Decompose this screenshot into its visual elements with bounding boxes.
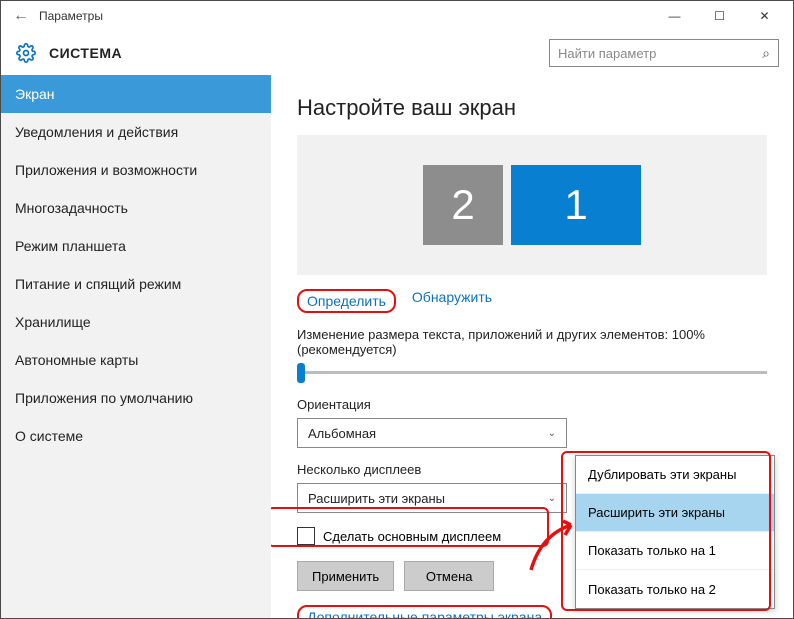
close-button[interactable]: ✕ [742,1,787,31]
sidebar-item-display[interactable]: Экран [1,75,271,113]
dropdown-option-duplicate[interactable]: Дублировать эти экраны [576,456,774,494]
multi-display-value: Расширить эти экраны [308,491,445,506]
sidebar: Экран Уведомления и действия Приложения … [1,75,271,618]
sidebar-item-storage[interactable]: Хранилище [1,303,271,341]
sidebar-item-offline-maps[interactable]: Автономные карты [1,341,271,379]
scale-slider[interactable] [297,363,767,383]
dropdown-option-show-only-2[interactable]: Показать только на 2 [576,570,774,608]
header: СИСТЕМА Найти параметр ⌕ [1,31,793,75]
detect-link[interactable]: Обнаружить [412,289,492,313]
system-label: СИСТЕМА [49,45,549,61]
orientation-label: Ориентация [297,397,767,412]
dropdown-option-show-only-1[interactable]: Показать только на 1 [576,532,774,570]
chevron-down-icon: ⌄ [548,428,556,439]
highlight-advanced: Дополнительные параметры экрана [297,605,552,618]
gear-icon [15,42,37,64]
make-main-label: Сделать основным дисплеем [323,529,501,544]
monitor-2[interactable]: 2 [423,165,503,245]
maximize-button[interactable]: ☐ [697,1,742,31]
sidebar-item-tablet-mode[interactable]: Режим планшета [1,227,271,265]
sidebar-item-multitasking[interactable]: Многозадачность [1,189,271,227]
apply-button[interactable]: Применить [297,561,394,591]
dropdown-option-extend[interactable]: Расширить эти экраны [576,494,774,532]
sidebar-item-power-sleep[interactable]: Питание и спящий режим [1,265,271,303]
highlight-identify: Определить [297,289,396,313]
multi-display-select[interactable]: Расширить эти экраны ⌄ [297,483,567,513]
back-button[interactable]: ← [7,7,35,25]
search-input[interactable]: Найти параметр ⌕ [549,39,779,67]
monitor-1[interactable]: 1 [511,165,641,245]
orientation-select[interactable]: Альбомная ⌄ [297,418,567,448]
display-arrange-area[interactable]: 2 1 [297,135,767,275]
sidebar-item-about[interactable]: О системе [1,417,271,455]
window-title: Параметры [35,9,652,23]
page-title: Настройте ваш экран [297,95,767,121]
orientation-value: Альбомная [308,426,376,441]
sidebar-item-apps-features[interactable]: Приложения и возможности [1,151,271,189]
chevron-down-icon: ⌄ [548,493,556,504]
sidebar-item-notifications[interactable]: Уведомления и действия [1,113,271,151]
checkbox-box[interactable] [297,527,315,545]
titlebar: ← Параметры — ☐ ✕ [1,1,793,31]
main-content: Настройте ваш экран 2 1 Определить Обнар… [271,75,793,618]
slider-track [297,371,767,374]
minimize-button[interactable]: — [652,1,697,31]
multi-display-dropdown: Дублировать эти экраны Расширить эти экр… [575,455,775,609]
cancel-button[interactable]: Отмена [404,561,494,591]
identify-link[interactable]: Определить [307,293,386,309]
scale-label: Изменение размера текста, приложений и д… [297,327,767,357]
advanced-display-link[interactable]: Дополнительные параметры экрана [307,609,542,618]
search-icon: ⌕ [762,45,770,62]
sidebar-item-default-apps[interactable]: Приложения по умолчанию [1,379,271,417]
search-placeholder: Найти параметр [558,46,762,61]
slider-thumb[interactable] [297,363,305,383]
